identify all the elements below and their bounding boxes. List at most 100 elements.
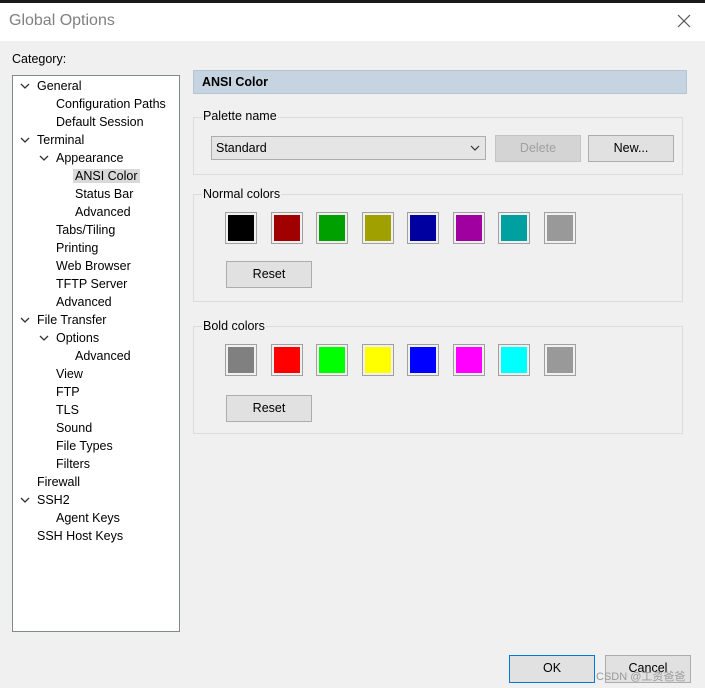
tree-item[interactable]: Advanced xyxy=(73,347,133,365)
close-button[interactable] xyxy=(666,3,702,41)
expand-chevron-icon[interactable] xyxy=(38,149,50,167)
normal-reset-button[interactable]: Reset xyxy=(226,261,312,288)
tree-item-label: Advanced xyxy=(75,205,131,219)
palette-select-value: Standard xyxy=(216,141,267,155)
swatch-fill xyxy=(273,347,300,373)
tree-item-label: Advanced xyxy=(56,295,112,309)
tree-item-label: Web Browser xyxy=(56,259,131,273)
expand-chevron-icon[interactable] xyxy=(19,491,31,509)
tree-item[interactable]: Sound xyxy=(54,419,94,437)
tree-item[interactable]: Options xyxy=(39,329,101,347)
bold-color-swatch[interactable] xyxy=(361,344,394,376)
swatch-fill xyxy=(319,215,345,241)
tree-item[interactable]: Web Browser xyxy=(54,257,133,275)
tree-item[interactable]: SSH Host Keys xyxy=(35,527,125,545)
tree-item-label: Agent Keys xyxy=(56,511,120,525)
tree-item[interactable]: Status Bar xyxy=(73,185,135,203)
swatch-fill xyxy=(228,347,254,373)
tree-item[interactable]: File Transfer xyxy=(20,311,108,329)
expand-chevron-icon[interactable] xyxy=(19,131,31,149)
tree-item-label: View xyxy=(56,367,83,381)
tree-item-label: Tabs/Tiling xyxy=(56,223,116,237)
swatch-fill xyxy=(546,347,573,373)
bold-color-swatch[interactable] xyxy=(316,344,348,376)
tree-item[interactable]: Filters xyxy=(54,455,92,473)
window-title: Global Options xyxy=(9,12,115,29)
bold-color-swatch[interactable] xyxy=(452,344,485,376)
expand-chevron-icon[interactable] xyxy=(19,311,31,329)
tree-item[interactable]: Agent Keys xyxy=(54,509,122,527)
tree-item[interactable]: ANSI Color xyxy=(73,167,140,185)
tree-item-label: Firewall xyxy=(37,475,81,489)
tree-item-label: Advanced xyxy=(75,349,131,363)
normal-colors-label: Normal colors xyxy=(202,187,282,201)
tree-item[interactable]: Firewall xyxy=(35,473,82,491)
tree-item-label: TLS xyxy=(56,403,79,417)
bold-color-swatch[interactable] xyxy=(543,344,576,376)
normal-color-swatch[interactable] xyxy=(270,212,303,244)
bold-color-swatch[interactable] xyxy=(270,344,303,376)
ok-button[interactable]: OK xyxy=(509,655,595,683)
tree-item-label: File Transfer xyxy=(37,313,107,327)
section-header: ANSI Color xyxy=(193,70,687,94)
tree-item[interactable]: TLS xyxy=(54,401,81,419)
tree-item[interactable]: Configuration Paths xyxy=(54,95,168,113)
close-icon xyxy=(677,14,691,28)
swatch-fill xyxy=(319,347,345,373)
normal-color-swatch[interactable] xyxy=(407,212,439,244)
swatch-fill xyxy=(410,215,436,241)
tree-item[interactable]: Printing xyxy=(54,239,100,257)
tree-item[interactable]: File Types xyxy=(54,437,115,455)
new-palette-button[interactable]: New... xyxy=(588,135,674,162)
palette-name-label: Palette name xyxy=(202,109,278,123)
tree-item[interactable]: SSH2 xyxy=(20,491,72,509)
expand-chevron-icon[interactable] xyxy=(19,77,31,95)
swatch-fill xyxy=(546,215,573,241)
category-tree[interactable]: General Configuration Paths Default Sessio… xyxy=(12,75,180,632)
bold-color-swatch[interactable] xyxy=(498,344,530,376)
normal-color-swatch[interactable] xyxy=(498,212,530,244)
normal-color-swatch[interactable] xyxy=(316,212,348,244)
tree-item[interactable]: Tabs/Tiling xyxy=(54,221,117,239)
bold-color-swatch[interactable] xyxy=(407,344,439,376)
tree-item[interactable]: Appearance xyxy=(39,149,125,167)
title-bar: Global Options xyxy=(0,3,705,41)
category-label: Category: xyxy=(12,52,67,66)
tree-item-label: Configuration Paths xyxy=(56,97,166,111)
normal-color-swatch[interactable] xyxy=(225,212,257,244)
delete-button[interactable]: Delete xyxy=(495,135,581,162)
palette-select[interactable]: Standard xyxy=(211,136,486,160)
tree-item-label: Status Bar xyxy=(75,187,134,201)
tree-item-label: SSH Host Keys xyxy=(37,529,124,543)
expand-chevron-icon[interactable] xyxy=(38,329,50,347)
tree-item-label: Options xyxy=(56,331,100,345)
tree-item[interactable]: Advanced xyxy=(54,293,114,311)
tree-item[interactable]: Default Session xyxy=(54,113,146,131)
swatch-fill xyxy=(501,215,527,241)
normal-color-swatch[interactable] xyxy=(543,212,576,244)
swatch-fill xyxy=(410,347,436,373)
swatch-fill xyxy=(273,215,300,241)
bold-reset-button[interactable]: Reset xyxy=(226,395,312,422)
swatch-fill xyxy=(455,347,482,373)
tree-item[interactable]: Advanced xyxy=(73,203,133,221)
normal-color-swatch[interactable] xyxy=(452,212,485,244)
bold-color-swatch[interactable] xyxy=(225,344,257,376)
tree-item[interactable]: General xyxy=(20,77,83,95)
tree-item[interactable]: View xyxy=(54,365,85,383)
swatch-fill xyxy=(364,347,391,373)
tree-item-label: ANSI Color xyxy=(73,169,140,183)
tree-item-label: Sound xyxy=(56,421,93,435)
tree-item[interactable]: Terminal xyxy=(20,131,86,149)
normal-color-swatch[interactable] xyxy=(361,212,394,244)
tree-item-label: Default Session xyxy=(56,115,144,129)
swatch-fill xyxy=(455,215,482,241)
tree-item[interactable]: FTP xyxy=(54,383,82,401)
tree-item-label: TFTP Server xyxy=(56,277,128,291)
swatch-fill xyxy=(228,215,254,241)
tree-item[interactable]: TFTP Server xyxy=(54,275,129,293)
tree-item-label: SSH2 xyxy=(37,493,70,507)
tree-item-label: Appearance xyxy=(56,151,124,165)
tree-item-label: General xyxy=(37,79,82,93)
tree-item-label: Terminal xyxy=(37,133,85,147)
